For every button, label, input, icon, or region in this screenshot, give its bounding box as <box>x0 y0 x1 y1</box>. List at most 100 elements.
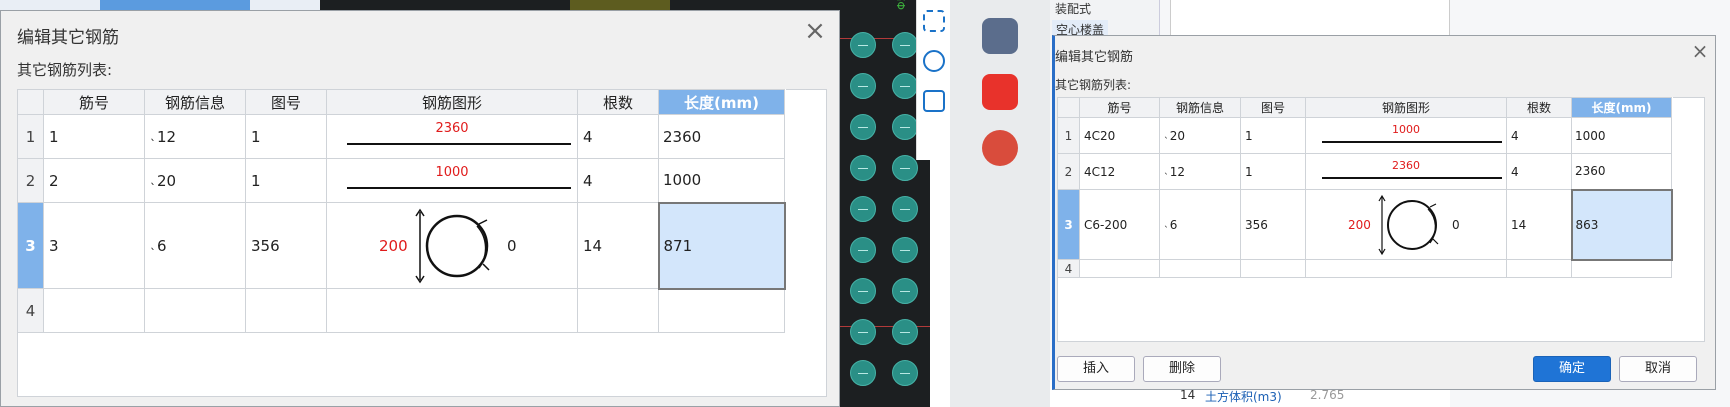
rebar-info-cell[interactable] <box>1159 259 1241 278</box>
bar-no-cell[interactable]: 3 <box>43 202 145 289</box>
count-cell[interactable] <box>577 288 659 333</box>
figure-no-cell[interactable]: 1 <box>1240 153 1306 190</box>
length-cell[interactable]: 2360 <box>1571 153 1672 190</box>
column-header-bar-no[interactable]: 筋号 <box>43 89 145 115</box>
shape-length-label: 1000 <box>435 164 469 180</box>
table-row[interactable]: 4 <box>17 288 785 333</box>
row-number[interactable]: 4 <box>1057 259 1080 278</box>
table-row-selected[interactable]: 3 3 ˎ6 356 200 0 14 871 <box>17 201 786 290</box>
category-item[interactable]: 装配式 <box>1055 0 1091 17</box>
length-cell[interactable]: 1000 <box>1571 117 1672 154</box>
row-number[interactable]: 3 <box>17 202 44 289</box>
insert-button[interactable]: 插入 <box>1057 356 1135 382</box>
figure-no-cell[interactable] <box>1240 259 1306 278</box>
rebar-info-cell[interactable] <box>144 288 246 333</box>
close-icon[interactable]: × <box>1689 40 1711 62</box>
figure-no-cell[interactable]: 356 <box>245 202 327 289</box>
rebar-shape-cell[interactable]: 2360 <box>1305 153 1507 190</box>
figure-no-cell[interactable]: 1 <box>1240 117 1306 154</box>
count-cell[interactable]: 4 <box>1506 153 1572 190</box>
bar-no-cell[interactable]: 4C12 <box>1079 153 1160 190</box>
row-number[interactable]: 2 <box>17 158 44 203</box>
rebar-info-cell[interactable]: ˎ20 <box>1159 117 1241 154</box>
count-cell[interactable]: 4 <box>577 158 659 203</box>
dialog-title: 编辑其它钢筋 <box>1055 50 1134 65</box>
cad-rebar-dot <box>892 196 918 222</box>
column-header-count[interactable]: 根数 <box>577 89 659 115</box>
rebar-info-cell[interactable]: ˎ20 <box>144 158 246 203</box>
ok-button[interactable]: 确定 <box>1533 356 1611 382</box>
column-header-figure-no[interactable]: 图号 <box>1240 97 1306 118</box>
delete-button[interactable]: 删除 <box>1143 356 1221 382</box>
length-cell-active[interactable]: 863 <box>1570 188 1673 261</box>
row-number[interactable]: 3 <box>1057 189 1080 260</box>
row-number[interactable]: 2 <box>1057 153 1080 190</box>
column-header-count[interactable]: 根数 <box>1506 97 1572 118</box>
table-row[interactable]: 1 4C20 ˎ20 1 1000 4 1000 <box>1057 117 1672 154</box>
row-number[interactable]: 1 <box>1057 117 1080 154</box>
cad-rebar-dot <box>850 32 876 58</box>
rebar-shape-cell[interactable]: 2360 <box>326 114 578 159</box>
figure-no-cell[interactable]: 356 <box>1240 189 1306 260</box>
column-header-length[interactable]: 长度(mm) <box>658 89 785 115</box>
bar-no-cell[interactable]: C6-200 <box>1079 189 1160 260</box>
count-cell[interactable]: 4 <box>577 114 659 159</box>
row-number[interactable]: 1 <box>17 114 44 159</box>
rebar-info-cell[interactable]: ˎ6 <box>144 202 246 289</box>
rebar-shape-cell[interactable] <box>1305 259 1507 278</box>
length-cell[interactable]: 1000 <box>658 158 785 203</box>
bar-no-cell[interactable] <box>43 288 145 333</box>
straight-bar-shape: 1000 <box>327 160 577 202</box>
column-header-rebar-info[interactable]: 钢筋信息 <box>144 89 246 115</box>
rebar-shape-cell[interactable]: 1000 <box>326 158 578 203</box>
column-header-figure-no[interactable]: 图号 <box>245 89 327 115</box>
length-cell[interactable] <box>1571 259 1672 278</box>
column-header-rebar-info[interactable]: 钢筋信息 <box>1159 97 1241 118</box>
wps-office-icon[interactable] <box>982 74 1018 110</box>
ring-hook-label: 0 <box>507 236 517 255</box>
row-number[interactable]: 4 <box>17 288 44 333</box>
column-header-length[interactable]: 长度(mm) <box>1571 97 1672 118</box>
edit-other-rebar-dialog-zoomed: 编辑其它钢筋 × 其它钢筋列表: 筋号 钢筋信息 图号 钢筋图形 根数 长度(m… <box>0 10 840 407</box>
length-cell-active[interactable]: 871 <box>657 201 786 290</box>
3d-view-icon[interactable] <box>923 50 945 72</box>
count-cell[interactable] <box>1506 259 1572 278</box>
rebar-shape-cell[interactable]: 200 0 <box>1305 189 1507 260</box>
table-row-selected[interactable]: 3 C6-200 ˎ6 356 200 0 14 863 <box>1057 188 1673 261</box>
close-icon[interactable]: × <box>801 17 829 45</box>
column-header-rebar-shape[interactable]: 钢筋图形 <box>1305 97 1507 118</box>
cancel-button[interactable]: 取消 <box>1619 356 1697 382</box>
rebar-info-cell[interactable]: ˎ6 <box>1159 189 1241 260</box>
stirrup-ring-shape: 200 0 <box>1306 191 1506 259</box>
table-row[interactable]: 4 <box>1057 259 1672 278</box>
design-tool-icon[interactable] <box>982 130 1018 166</box>
rebar-grade-icon: ˎ <box>150 235 156 250</box>
bar-no-cell[interactable]: 4C20 <box>1079 117 1160 154</box>
count-cell[interactable]: 4 <box>1506 117 1572 154</box>
length-cell[interactable] <box>658 288 785 333</box>
select-box-icon[interactable] <box>923 10 945 32</box>
rebar-shape-cell[interactable]: 1000 <box>1305 117 1507 154</box>
table-row[interactable]: 1 1 ˎ12 1 2360 4 2360 <box>17 114 785 159</box>
rebar-shape-cell[interactable] <box>326 288 578 333</box>
assistant-robot-icon[interactable] <box>982 18 1018 54</box>
rebar-info-cell[interactable]: ˎ12 <box>144 114 246 159</box>
rebar-info-cell[interactable]: ˎ12 <box>1159 153 1241 190</box>
bar-no-cell[interactable] <box>1079 259 1160 278</box>
column-header-rebar-shape[interactable]: 钢筋图形 <box>326 89 578 115</box>
count-cell[interactable]: 14 <box>1506 189 1572 260</box>
background-category-list: 装配式 空心楼盖 <box>1050 0 1160 40</box>
table-row[interactable]: 2 2 ˎ20 1 1000 4 1000 <box>17 158 785 203</box>
straight-bar-line <box>1322 176 1502 179</box>
length-cell[interactable]: 2360 <box>658 114 785 159</box>
bar-no-cell[interactable]: 1 <box>43 114 145 159</box>
count-cell[interactable]: 14 <box>577 202 659 289</box>
list-view-icon[interactable] <box>923 90 945 112</box>
figure-no-cell[interactable] <box>245 288 327 333</box>
figure-no-cell[interactable]: 1 <box>245 114 327 159</box>
bar-no-cell[interactable]: 2 <box>43 158 145 203</box>
rebar-shape-cell[interactable]: 200 0 <box>326 202 578 289</box>
figure-no-cell[interactable]: 1 <box>245 158 327 203</box>
column-header-bar-no[interactable]: 筋号 <box>1079 97 1160 118</box>
table-row[interactable]: 2 4C12 ˎ12 1 2360 4 2360 <box>1057 153 1672 190</box>
